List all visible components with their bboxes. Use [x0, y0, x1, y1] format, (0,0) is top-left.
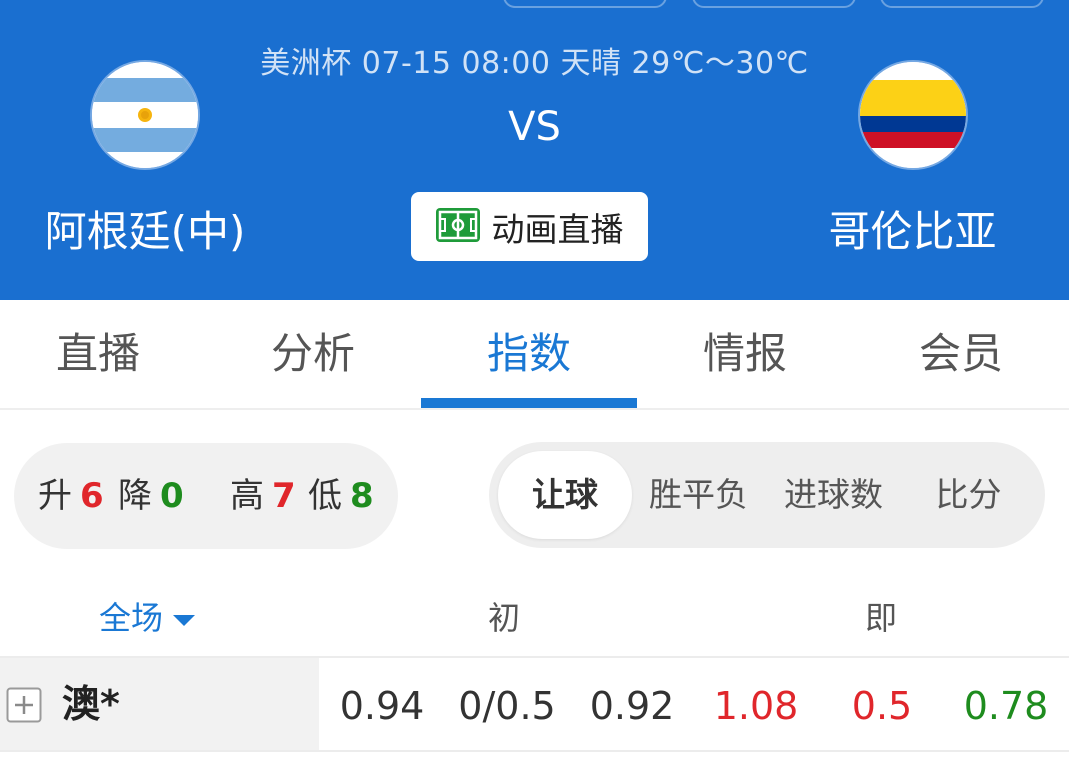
stat-up-label: 升 [38, 476, 72, 516]
table-row-company-cell [0, 658, 319, 750]
live-home-odds: 1.08 [713, 684, 799, 728]
stat-down-label: 降 [118, 476, 152, 516]
stat-up: 升6 [38, 443, 104, 549]
scope-dropdown[interactable]: 全场 [99, 596, 196, 640]
initial-odds-header: 初 [488, 599, 521, 637]
stat-low: 低8 [308, 443, 374, 549]
odds-type-handicap[interactable]: 让球 [498, 442, 632, 548]
live-odds-header: 即 [865, 599, 898, 637]
tab-live[interactable]: 直播 [0, 300, 206, 408]
bookmaker-name[interactable]: 澳* [62, 680, 120, 728]
active-tab-indicator [421, 398, 637, 408]
home-team-name[interactable]: 阿根廷(中) [0, 198, 290, 259]
stat-high-value: 7 [272, 476, 296, 516]
animation-live-label: 动画直播 [491, 209, 624, 249]
odds-type-1x2[interactable]: 胜平负 [632, 442, 765, 548]
tab-member[interactable]: 会员 [853, 300, 1069, 408]
stat-low-value: 8 [350, 476, 374, 516]
top-pill[interactable] [692, 0, 856, 8]
stat-low-label: 低 [308, 476, 342, 516]
animation-live-button[interactable]: 动画直播 [411, 192, 648, 261]
main-tabs: 直播 分析 指数 情报 会员 [0, 300, 1069, 410]
initial-handicap: 0/0.5 [458, 684, 556, 728]
match-header: 美洲杯 07-15 08:00 天晴 29℃～30℃ VS 阿根廷(中) 哥伦比… [0, 0, 1069, 300]
initial-away-odds: 0.92 [589, 684, 675, 728]
stat-up-value: 6 [80, 476, 104, 516]
tab-intel[interactable]: 情报 [637, 300, 853, 408]
top-pill[interactable] [503, 0, 667, 8]
caret-down-icon [173, 614, 196, 626]
initial-home-odds: 0.94 [339, 684, 425, 728]
odds-type-score[interactable]: 比分 [902, 442, 1035, 548]
top-pill[interactable] [880, 0, 1044, 8]
tab-odds[interactable]: 指数 [421, 300, 637, 408]
tab-analysis[interactable]: 分析 [205, 300, 421, 408]
stat-high: 高7 [230, 443, 296, 549]
stat-down: 降0 [118, 443, 184, 549]
away-team-name[interactable]: 哥伦比亚 [785, 198, 1040, 259]
colombia-flag-icon[interactable] [860, 62, 966, 168]
odds-type-goals[interactable]: 进球数 [767, 442, 900, 548]
scope-label: 全场 [99, 599, 164, 637]
stat-high-label: 高 [230, 476, 264, 516]
live-handicap: 0.5 [851, 684, 913, 728]
odds-change-summary: 升6 降0 高7 低8 [14, 443, 398, 549]
plus-box-icon[interactable] [6, 687, 42, 723]
divider [0, 750, 1069, 752]
stat-down-value: 0 [160, 476, 184, 516]
live-away-odds: 0.78 [963, 684, 1049, 728]
pitch-icon [435, 207, 480, 246]
